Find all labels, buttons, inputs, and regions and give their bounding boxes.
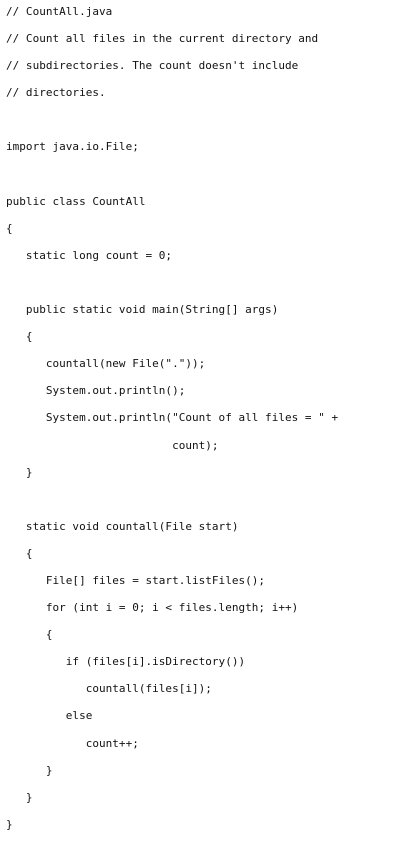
code-line-13: { (6, 330, 33, 344)
code-line-23: for (int i = 0; i < files.length; i++) (6, 601, 299, 615)
code-line-29: } (6, 763, 53, 777)
code-line-26: countall(files[i]); (6, 682, 212, 696)
code-line-6: import java.io.File; (6, 140, 139, 154)
code-line-12: public static void main(String[] args) (6, 303, 279, 317)
code-line-4: // directories. (6, 86, 106, 100)
code-line-2: // Count all files in the current direct… (6, 32, 319, 46)
code-line-14: countall(new File(".")); (6, 357, 206, 371)
code-line-9: { (6, 221, 13, 235)
code-line-21: { (6, 546, 33, 560)
code-line-1: // CountAll.java (6, 5, 113, 18)
code-line-30: } (6, 790, 33, 804)
code-line-10: static long count = 0; (6, 248, 173, 262)
code-line-15: System.out.println(); (6, 384, 186, 398)
code-line-17: count); (6, 438, 219, 452)
code-listing: // CountAll.java // Count all files in t… (6, 5, 411, 845)
code-line-20: static void countall(File start) (6, 519, 239, 533)
code-line-22: File[] files = start.listFiles(); (6, 573, 266, 587)
code-line-28: count++; (6, 736, 139, 750)
code-line-31: } (6, 817, 13, 831)
code-line-16: System.out.println("Count of all files =… (6, 411, 339, 425)
code-line-24: { (6, 628, 53, 642)
code-line-27: else (6, 709, 93, 723)
code-line-18: } (6, 465, 33, 479)
code-line-25: if (files[i].isDirectory()) (6, 655, 246, 669)
code-line-8: public class CountAll (6, 194, 146, 208)
code-line-3: // subdirectories. The count doesn't inc… (6, 59, 299, 73)
